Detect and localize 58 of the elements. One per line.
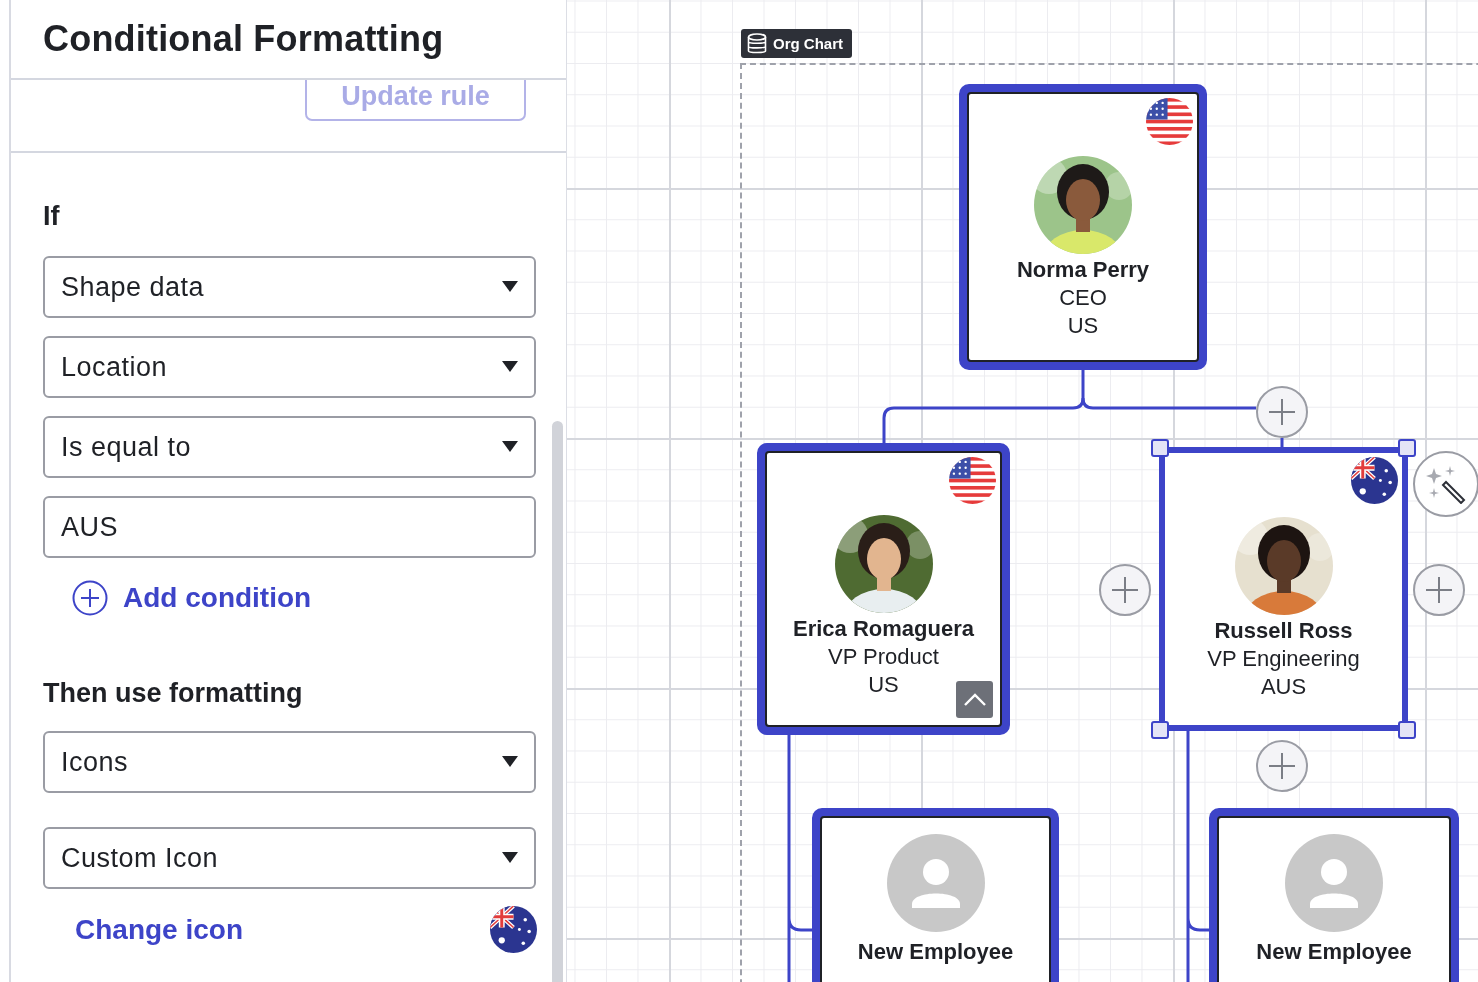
magic-wand-button[interactable] [1413,451,1478,517]
plus-icon [1269,399,1295,425]
flag-icon [949,457,996,504]
caret-icon [502,361,518,373]
person-name: Erica Romaguera [793,615,974,643]
container-tag[interactable]: Org Chart [741,29,852,58]
plus-icon [1426,577,1452,603]
job-title: VP Product [828,643,939,671]
dropdown[interactable]: Icons [43,731,536,793]
container-label: Org Chart [773,35,843,52]
plus-circle-icon [72,580,108,616]
add-button[interactable] [1099,564,1151,616]
job-title: CEO [1059,284,1107,312]
caret-icon [502,281,518,293]
caret-icon [502,441,518,453]
input-field[interactable]: AUS [43,496,536,558]
flag-icon [1146,98,1193,145]
resize-handle[interactable] [1151,721,1169,739]
avatar-icon [1285,834,1383,932]
dropdown[interactable]: Is equal to [43,416,536,478]
org-chart-card[interactable]: New Employee [1209,808,1459,982]
caret-icon [502,852,518,864]
add-button[interactable] [1256,386,1308,438]
scrollbar[interactable] [552,421,563,982]
section-label: If [43,201,61,231]
collapse-button[interactable] [956,681,993,718]
job-title: VP Engineering [1207,645,1360,673]
dropdown[interactable]: Shape data [43,256,536,318]
flag-icon [490,906,537,953]
org-chart-card[interactable]: New Employee [812,808,1059,982]
plus-icon [1112,577,1138,603]
location-text: AUS [1260,673,1307,701]
org-chart-card[interactable]: Erica Romaguera VP Product US [757,443,1010,735]
resize-handle[interactable] [1151,439,1169,457]
add-button[interactable] [1256,740,1308,792]
flag-icon [1351,457,1398,504]
change-icon-link[interactable]: Change icon [75,913,243,946]
location-text: US [868,671,899,699]
org-chart-card[interactable]: Norma Perry CEO US [959,84,1207,370]
plus-icon [1269,753,1295,779]
person-name: Russell Ross [1214,617,1353,645]
resize-handle[interactable] [1398,439,1416,457]
database-icon [747,32,767,55]
add-condition-link[interactable]: Add condition [72,580,312,616]
add-button[interactable] [1413,564,1465,616]
location-text: US [1067,312,1099,340]
org-chart-card[interactable]: Russell Ross VP Engineering AUS [1159,447,1408,731]
dropdown[interactable]: Location [43,336,536,398]
person-name: New Employee [1256,938,1412,966]
chevron-up-icon [962,692,987,707]
dropdown[interactable]: Custom Icon [43,827,536,889]
avatar-icon [886,834,985,932]
caret-icon [502,756,518,768]
section-label: Then use formatting [43,678,304,708]
panel-title: Conditional Formatting [43,18,444,60]
person-name: New Employee [857,938,1014,966]
person-name: Norma Perry [1016,256,1150,284]
resize-handle[interactable] [1398,721,1416,739]
